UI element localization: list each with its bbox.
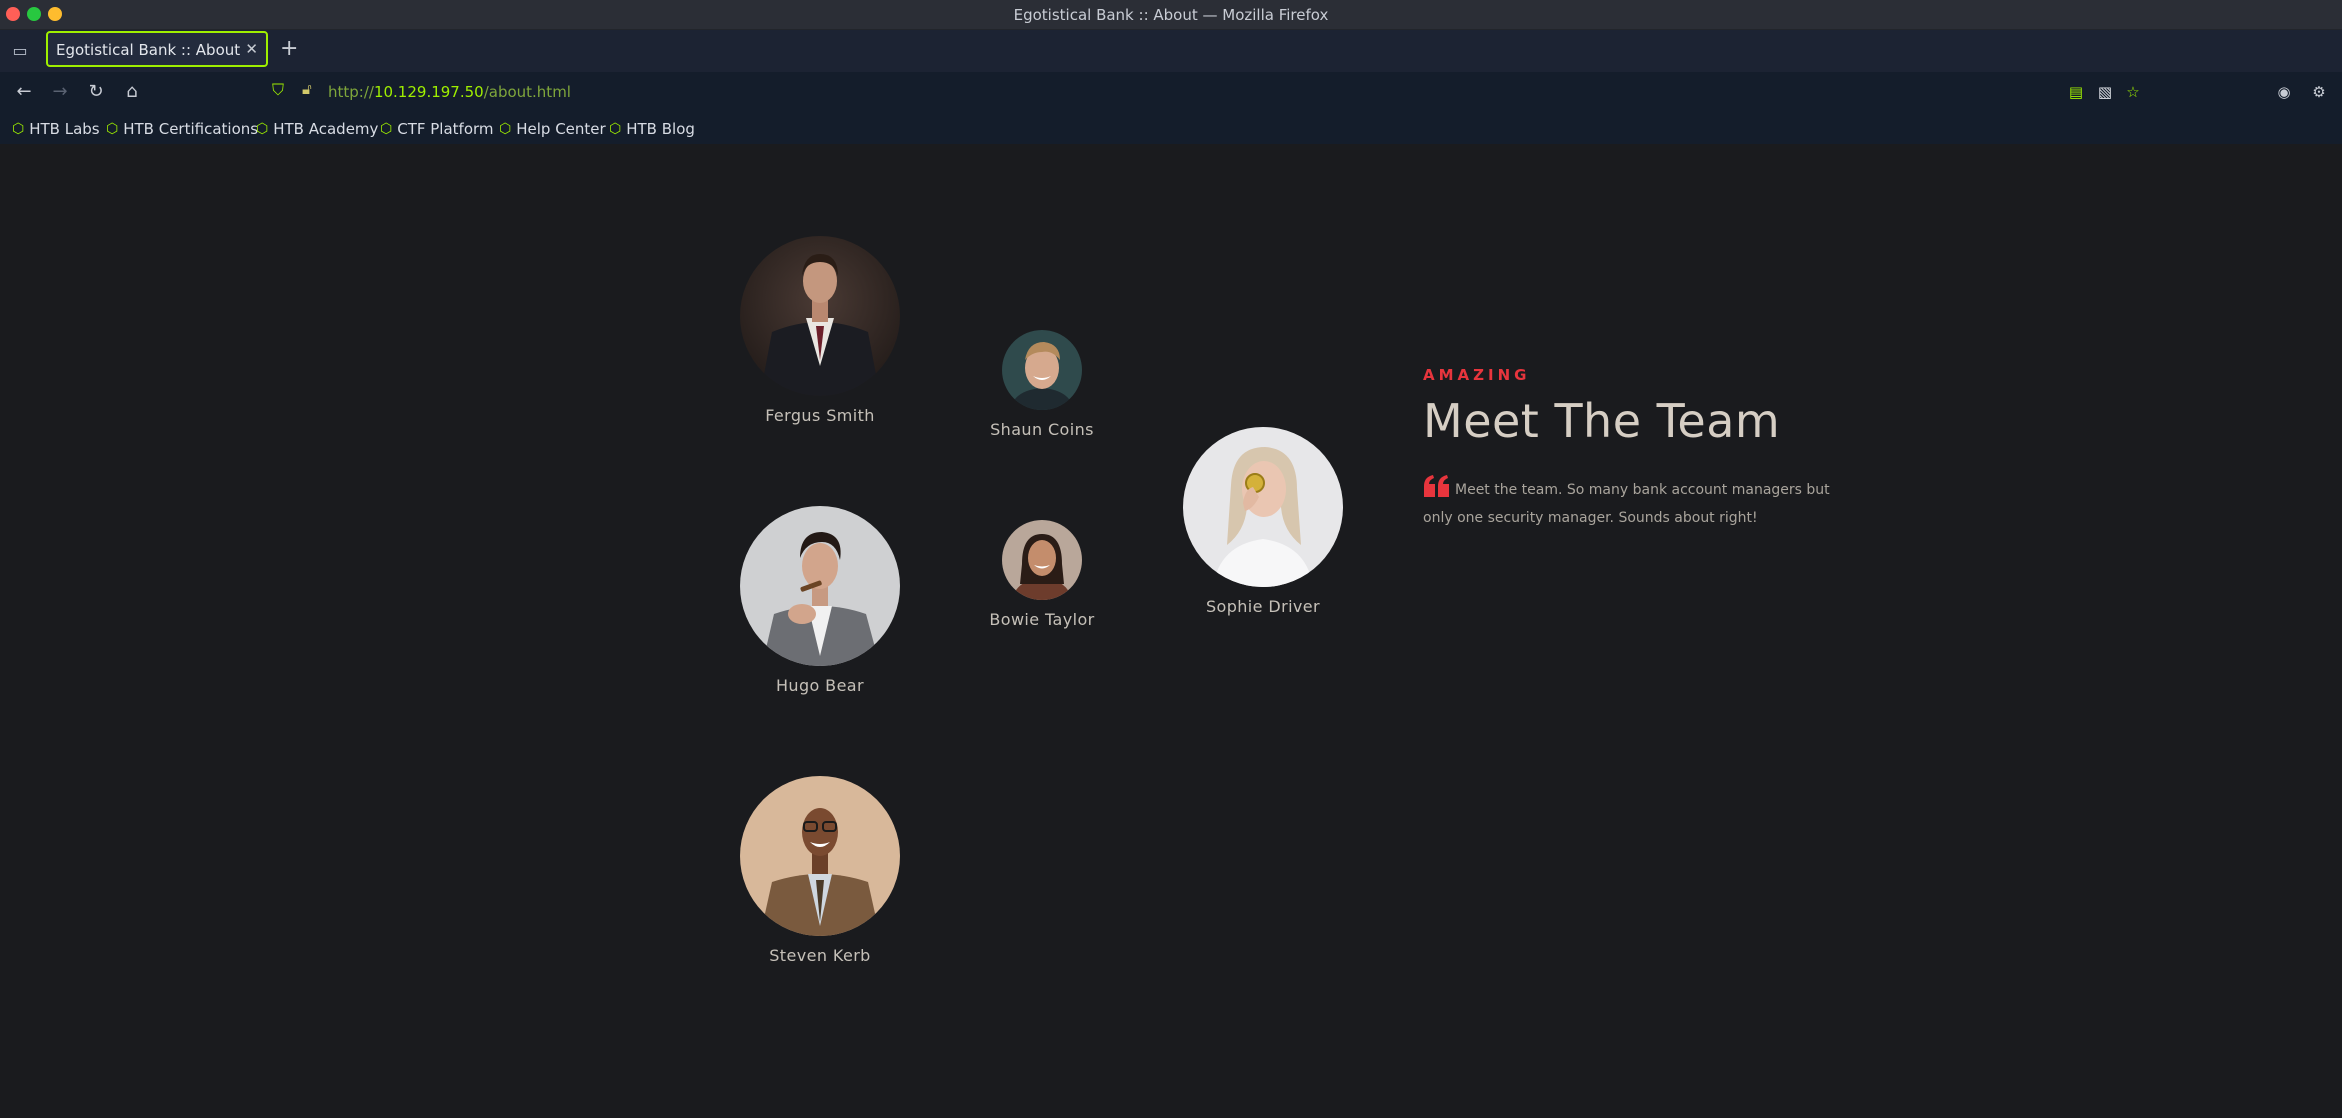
avatar-fergus-smith [740, 236, 900, 396]
tracking-shield-icon[interactable]: ⛉ [272, 80, 284, 100]
bookmark-label: HTB Labs [29, 120, 100, 138]
bookmark-ctf-platform[interactable]: ⬡ CTF Platform [380, 118, 494, 140]
forward-arrow-icon[interactable]: → [48, 80, 72, 104]
avatar-steven-kerb [740, 776, 900, 936]
home-icon[interactable]: ⌂ [120, 80, 144, 104]
bookmarks-toolbar: ⬡ HTB Labs ⬡ HTB Certifications ⬡ HTB Acade… [0, 114, 2342, 144]
url-path: /about.html [483, 83, 571, 101]
member-name: Shaun Coins [990, 420, 1094, 439]
bookmark-htb-blog[interactable]: ⬡ HTB Blog [609, 118, 695, 140]
quote-text: Meet the team. So many bank account mana… [1423, 482, 1830, 526]
tab-active[interactable]: Egotistical Bank :: About ✕ [46, 31, 268, 67]
bookmark-htb-labs[interactable]: ⬡ HTB Labs [12, 118, 100, 140]
avatar-hugo-bear [740, 506, 900, 666]
tab-bar: ▭ Egotistical Bank :: About ✕ + [0, 30, 2342, 72]
team-member-shaun-coins: Shaun Coins [942, 330, 1142, 439]
team-member-hugo-bear: Hugo Bear [690, 506, 950, 695]
section-heading: Meet The Team [1423, 394, 1781, 448]
reader-view-icon[interactable]: ▤ [2066, 82, 2086, 102]
new-tab-icon[interactable]: + [280, 36, 298, 61]
bookmark-help-center[interactable]: ⬡ Help Center [499, 118, 606, 140]
bookmark-htb-academy[interactable]: ⬡ HTB Academy [256, 118, 378, 140]
page-action-icon[interactable]: ▧ [2095, 82, 2115, 102]
tab-close-icon[interactable]: ✕ [245, 40, 258, 58]
reload-icon[interactable]: ↻ [84, 80, 108, 104]
avatar-shaun-coins [1002, 330, 1082, 410]
cube-icon: ⬡ [609, 121, 622, 137]
bookmark-label: Help Center [516, 120, 606, 138]
url-host: 10.129.197.50 [373, 83, 484, 101]
team-member-steven-kerb: Steven Kerb [690, 776, 950, 965]
cube-icon: ⬡ [256, 121, 269, 137]
page-content: Fergus Smith Shaun Coins Sophie Driver H… [0, 144, 2342, 1118]
account-icon[interactable]: ◉ [2274, 82, 2294, 102]
window-title: Egotistical Bank :: About — Mozilla Fire… [1013, 6, 1329, 24]
quote-icon [1424, 475, 1449, 497]
team-intro: AMAZING Meet The Team Meet the team. So … [1423, 366, 1843, 532]
member-name: Fergus Smith [765, 406, 875, 425]
cube-icon: ⬡ [380, 121, 393, 137]
insecure-lock-icon[interactable]: 🔓︎ [302, 80, 312, 98]
member-name: Hugo Bear [775, 676, 864, 695]
team-quote: Meet the team. So many bank account mana… [1423, 475, 1843, 532]
cube-icon: ⬡ [499, 121, 512, 137]
window-titlebar: Egotistical Bank :: About — Mozilla Fire… [0, 0, 2342, 30]
bookmark-star-icon[interactable]: ☆ [2123, 82, 2143, 102]
back-arrow-icon[interactable]: ← [12, 80, 36, 104]
member-name: Sophie Driver [1205, 597, 1321, 616]
team-member-bowie-taylor: Bowie Taylor [942, 520, 1142, 629]
extension-icon[interactable]: ⚙ [2309, 82, 2329, 102]
team-member-fergus-smith: Fergus Smith [690, 236, 950, 425]
bookmark-label: CTF Platform [397, 120, 494, 138]
url-scheme: http:// [328, 83, 374, 101]
member-name: Steven Kerb [769, 946, 871, 965]
cube-icon: ⬡ [106, 121, 119, 137]
team-member-sophie-driver: Sophie Driver [1133, 427, 1393, 616]
bookmark-htb-certifications[interactable]: ⬡ HTB Certifications [106, 118, 258, 140]
member-name: Bowie Taylor [989, 610, 1095, 629]
section-eyebrow: AMAZING [1423, 366, 1531, 384]
navigation-toolbar: ← → ↻ ⌂ ⛉ 🔓︎ http://10.129.197.50/about.… [0, 72, 2342, 114]
avatar-bowie-taylor [1002, 520, 1082, 600]
avatar-sophie-driver [1183, 427, 1343, 587]
tab-list-icon[interactable]: ▭ [10, 41, 30, 61]
bookmark-label: HTB Blog [626, 120, 695, 138]
cube-icon: ⬡ [12, 121, 25, 137]
bookmark-label: HTB Academy [273, 120, 379, 138]
bookmark-label: HTB Certifications [123, 120, 259, 138]
url-bar[interactable]: http://10.129.197.50/about.html [328, 83, 571, 101]
tab-label: Egotistical Bank :: About [56, 41, 241, 59]
